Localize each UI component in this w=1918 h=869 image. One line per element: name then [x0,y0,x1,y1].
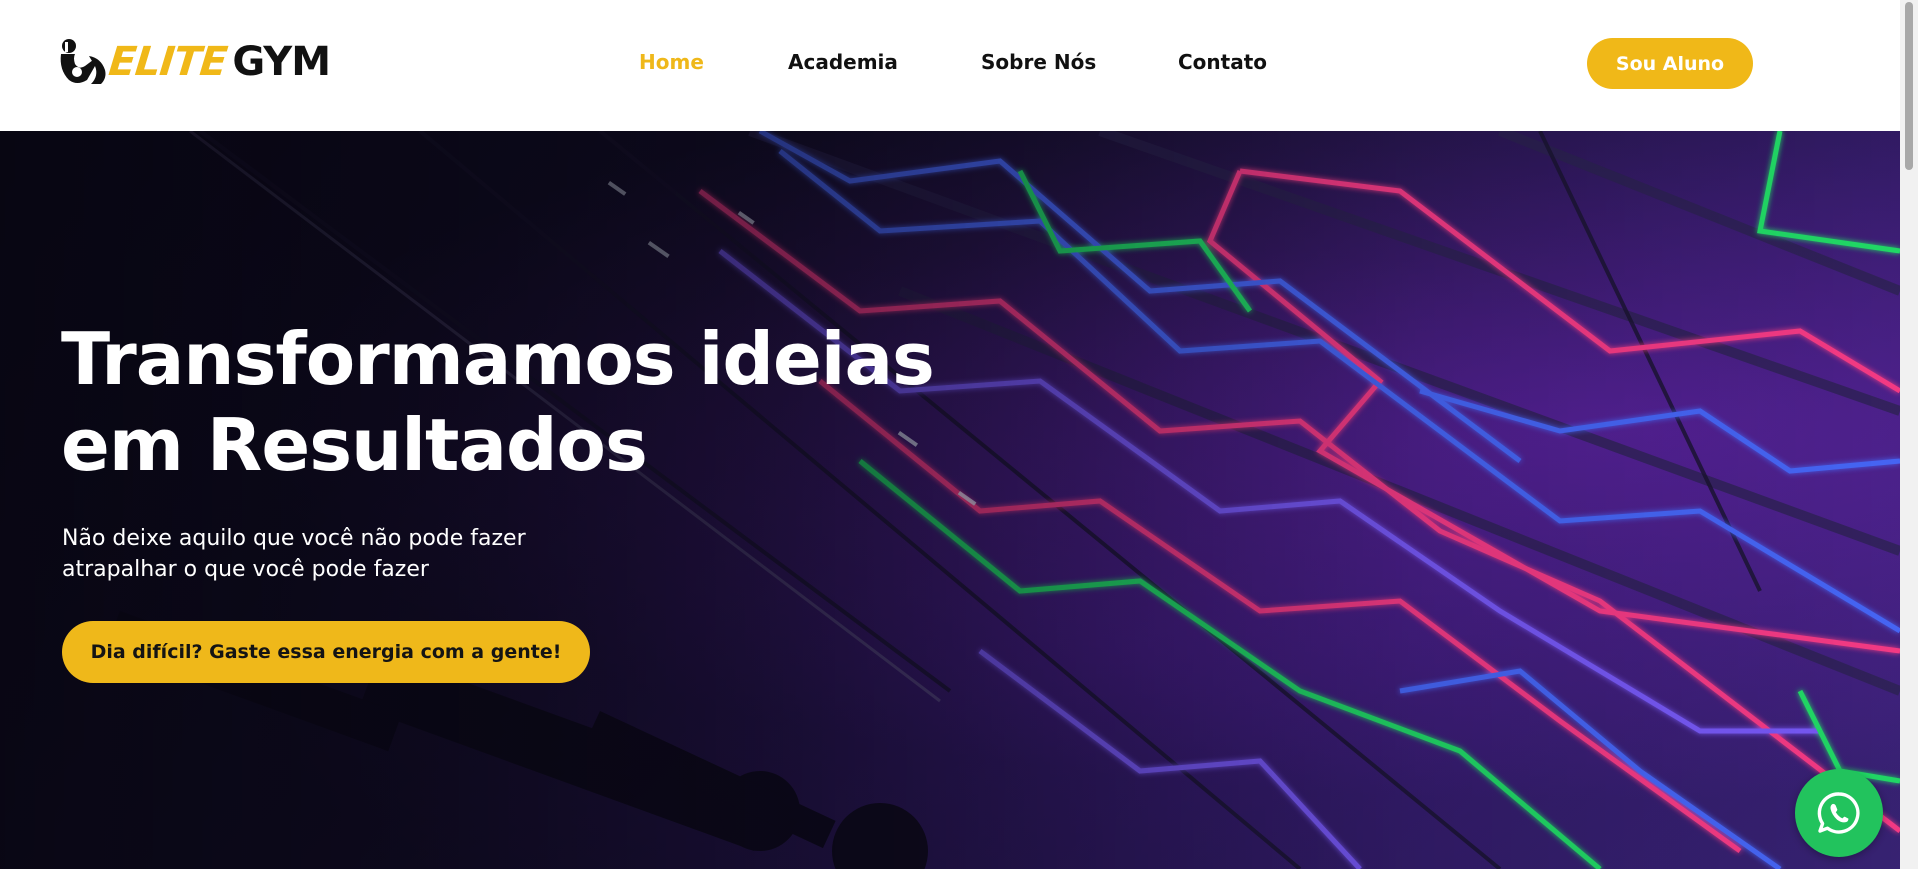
page-scrollbar[interactable] [1900,0,1918,869]
hero-subtitle: Não deixe aquilo que você não pode fazer… [62,523,582,585]
hero-title-line2: em Resultados [61,403,648,487]
nav-sobre-nos[interactable]: Sobre Nós [981,50,1178,74]
hero-title-line1: Transformamos ideias [61,317,935,401]
whatsapp-icon [1817,792,1860,834]
logo[interactable]: ELITE GYM [55,36,331,88]
strongman-icon [60,39,106,84]
hero-cta-button[interactable]: Dia difícil? Gaste essa energia com a ge… [62,621,590,683]
hero-title: Transformamos ideias em Resultados [61,316,961,488]
scrollbar-thumb[interactable] [1905,2,1913,170]
nav-contato[interactable]: Contato [1178,50,1267,74]
sou-aluno-button[interactable]: Sou Aluno [1587,38,1753,89]
logo-word-elite: ELITE [106,39,229,85]
whatsapp-button[interactable] [1795,769,1883,857]
hero-overlay [0,131,1900,869]
hero-subtitle-line1: Não deixe aquilo que você não pode fazer [62,526,526,551]
hero-section: Transformamos ideias em Resultados Não d… [0,131,1900,869]
nav-home[interactable]: Home [639,50,788,74]
main-nav: Home Academia Sobre Nós Contato [639,50,1267,74]
nav-academia[interactable]: Academia [788,50,981,74]
site-header: ELITE GYM Home Academia Sobre Nós Contat… [0,0,1900,131]
logo-word-gym: GYM [232,39,331,85]
hero-subtitle-line2: atrapalhar o que você pode fazer [62,557,429,582]
